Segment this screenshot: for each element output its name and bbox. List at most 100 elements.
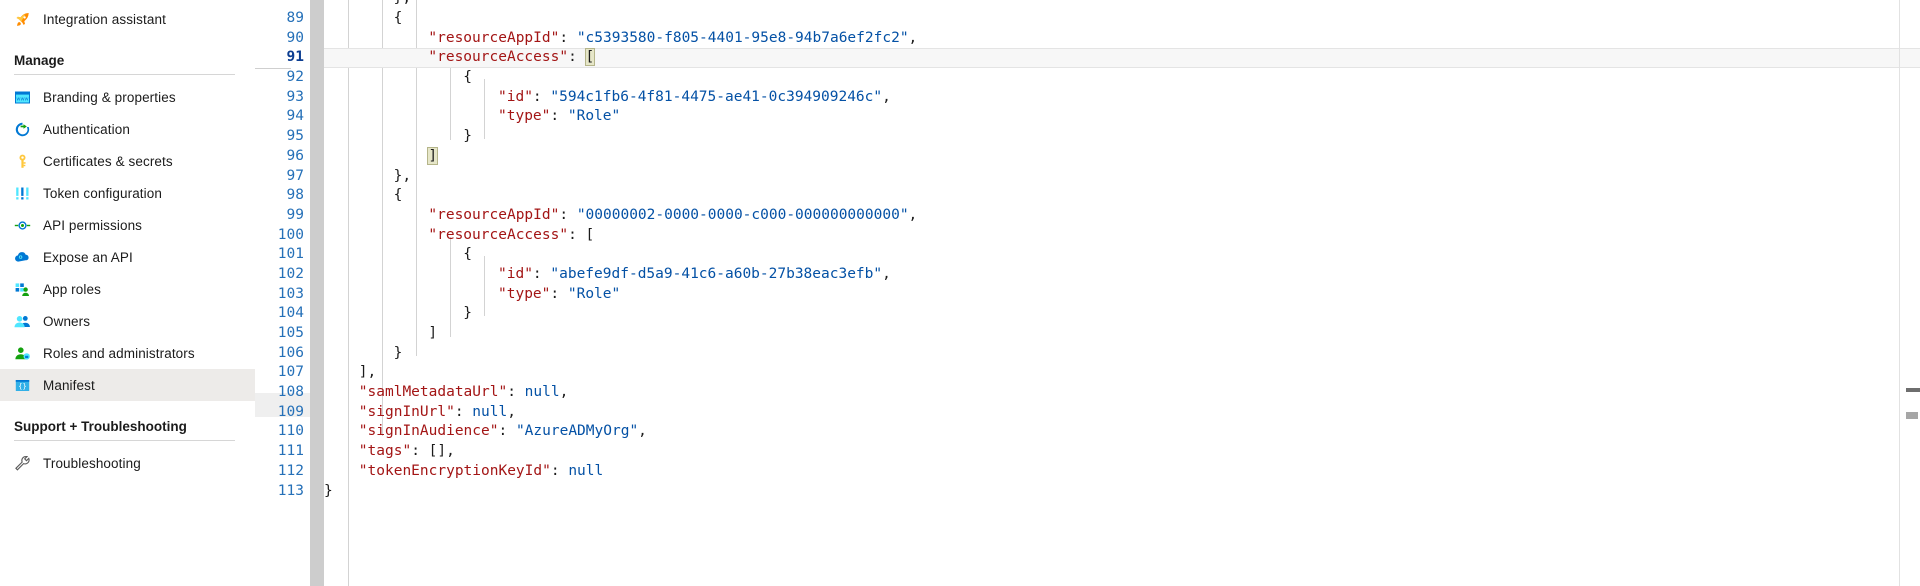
sidebar-item-roles-and-administrators[interactable]: Roles and administrators [0, 337, 255, 369]
scrollbar-thumb-marker[interactable] [1906, 412, 1918, 419]
code-line[interactable]: 105] [255, 324, 1920, 344]
code-line[interactable]: 96] [255, 146, 1920, 167]
line-number: 110 [277, 423, 304, 440]
code-line[interactable]: 108 "samlMetadataUrl": null, [255, 383, 1920, 403]
code-line[interactable]: 94 "type": "Role" [255, 107, 1920, 127]
code-line-highlight [324, 324, 1920, 344]
code-line[interactable]: 102 "id": "abefe9df-d5a9-41c6-a60b-27b38e… [255, 265, 1920, 285]
sidebar-item-label: Integration assistant [43, 11, 166, 27]
code-line[interactable]: 104} [255, 304, 1920, 324]
code-line-highlight [324, 344, 1920, 364]
json-punctuation: { [393, 10, 403, 26]
sidebar-section-divider [14, 74, 235, 75]
json-string: "00000002-0000-0000-c000-000000000000" [576, 206, 909, 223]
sidebar-item-token-configuration[interactable]: Token configuration [0, 177, 255, 209]
sidebar-item-certificates-secrets[interactable]: Certificates & secrets [0, 145, 255, 177]
code-line-text: "id": "594c1fb6-4f81-4475-ae41-0c3949092… [498, 88, 891, 108]
owners-icon [14, 313, 31, 330]
code-line[interactable]: 99 "resourceAppId": "00000002-0000-0000-c… [255, 206, 1920, 226]
bracket-match: ] [427, 146, 439, 165]
line-number: 105 [277, 325, 304, 341]
code-line[interactable]: 97}, [255, 167, 1920, 187]
authentication-icon [14, 121, 31, 138]
code-line[interactable]: 110 "signInAudience": "AzureADMyOrg", [255, 422, 1920, 442]
horizontal-scrollbar-marker[interactable] [1906, 388, 1920, 392]
code-line-text: "resourceAppId": "c5393580-f805-4401-95e… [428, 29, 917, 49]
sidebar-item-branding-properties[interactable]: www Branding & properties [0, 81, 255, 113]
code-lines-container[interactable]: },89{90"resourceAppId": "c5393580-f805-4… [255, 0, 1920, 586]
json-punctuation: , [908, 206, 918, 223]
json-punctuation: } [463, 128, 472, 145]
sidebar-section-divider [14, 440, 235, 441]
line-number: 102 [277, 265, 304, 282]
code-line[interactable]: 107], [255, 363, 1920, 383]
json-key: "type" [498, 108, 551, 125]
code-line[interactable]: 89 { [255, 9, 1920, 29]
code-line-text: "tokenEncryptionKeyId": null [359, 462, 603, 482]
code-line-text: { [394, 9, 403, 29]
sidebar-item-label: Troubleshooting [43, 455, 141, 471]
json-string: "Role" [567, 108, 621, 125]
json-punctuation: : [532, 88, 551, 105]
code-line[interactable]: 103 "type": "Role" [255, 285, 1920, 305]
json-key: "resourceAppId" [428, 29, 560, 46]
code-line-text: "samlMetadataUrl": null, [359, 383, 569, 403]
code-line-text: } [463, 127, 472, 147]
code-line-highlight [324, 167, 1920, 187]
line-number: 97 [286, 167, 304, 184]
json-punctuation: : [568, 49, 586, 66]
code-line[interactable]: 100 "resourceAccess": [ [255, 226, 1920, 246]
line-number: 101 [277, 246, 304, 263]
sidebar-item-app-roles[interactable]: App roles [0, 273, 255, 305]
line-number: 89 [286, 10, 304, 26]
code-line-highlight [324, 245, 1920, 265]
code-line-text: ], [359, 363, 376, 383]
code-line[interactable]: 113} [255, 482, 1920, 502]
json-punctuation: : [411, 443, 429, 460]
json-punctuation: ], [358, 364, 377, 381]
app-roles-icon [14, 281, 31, 298]
line-number: 112 [277, 462, 304, 479]
json-punctuation: : [559, 29, 577, 46]
json-punctuation: ] [428, 325, 438, 341]
code-line[interactable]: 98 { [255, 186, 1920, 206]
code-line[interactable]: 106} [255, 344, 1920, 364]
code-line[interactable]: 91 "resourceAccess": [ [255, 48, 1920, 69]
sidebar-item-integration-assistant[interactable]: Integration assistant [0, 3, 255, 35]
code-line-highlight [324, 9, 1920, 29]
rocket-icon [14, 11, 31, 28]
sidebar-item-expose-an-api[interactable]: Expose an API [0, 241, 255, 273]
code-line[interactable]: 101 { [255, 245, 1920, 265]
json-string: "AzureADMyOrg" [515, 423, 639, 440]
sidebar-item-manifest[interactable]: {} Manifest [0, 369, 255, 401]
code-line-text: } [324, 482, 333, 502]
left-navigation-sidebar: Integration assistant Manage www Brandin… [0, 0, 255, 586]
line-number: 95 [286, 128, 304, 145]
json-punctuation: }, [393, 167, 412, 184]
code-line[interactable]: 109 "signInUrl": null, [255, 403, 1920, 423]
code-line[interactable]: 95} [255, 127, 1920, 147]
code-line-highlight [324, 304, 1920, 324]
json-key: "id" [498, 88, 533, 105]
json-keyword: null [472, 403, 508, 420]
sidebar-item-owners[interactable]: Owners [0, 305, 255, 337]
json-keyword: null [568, 462, 604, 479]
code-line[interactable]: 92 { [255, 68, 1920, 88]
sidebar-item-authentication[interactable]: Authentication [0, 113, 255, 145]
sidebar-item-api-permissions[interactable]: API permissions [0, 209, 255, 241]
code-line-text: }, [394, 167, 411, 187]
code-line-highlight [324, 186, 1920, 206]
line-number: 104 [277, 305, 304, 322]
code-line-partial: }, [255, 0, 1920, 9]
code-line[interactable]: 93 "id": "594c1fb6-4f81-4475-ae41-0c39490… [255, 88, 1920, 108]
line-number: 98 [286, 187, 304, 204]
bracket-match: [ [584, 48, 596, 67]
code-line[interactable]: 111 "tags": [], [255, 442, 1920, 462]
json-key: "type" [498, 285, 551, 302]
code-line[interactable]: 112 "tokenEncryptionKeyId": null [255, 462, 1920, 482]
code-line-text: ] [428, 324, 437, 344]
json-punctuation: [], [428, 443, 455, 460]
code-line[interactable]: 90 "resourceAppId": "c5393580-f805-4401-9… [255, 29, 1920, 49]
sidebar-item-troubleshooting[interactable]: Troubleshooting [0, 447, 255, 479]
manifest-json-editor[interactable]: },89{90"resourceAppId": "c5393580-f805-4… [255, 0, 1920, 586]
